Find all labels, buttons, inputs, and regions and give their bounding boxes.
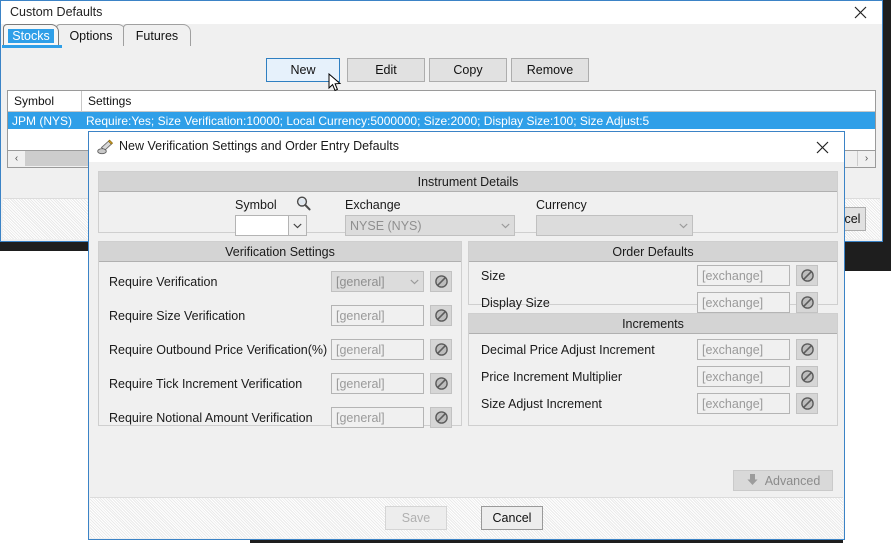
instrument-details-caption: Instrument Details [99,172,837,192]
no-entry-icon[interactable] [430,407,452,428]
currency-label: Currency [536,198,587,212]
increments-caption: Increments [469,314,837,334]
exchange-select[interactable]: NYSE (NYS) [345,215,515,236]
display-size-input[interactable]: [exchange] [697,292,790,313]
table-header-row: Symbol Settings [8,91,875,112]
require-tick-increment-verification-label: Require Tick Increment Verification [109,377,303,391]
no-entry-icon[interactable] [430,373,452,394]
cancel-button[interactable]: Cancel [481,506,543,530]
display-size-label: Display Size [481,296,550,310]
copy-button[interactable]: Copy [429,58,507,82]
no-entry-icon[interactable] [796,265,818,286]
close-icon[interactable] [838,1,882,24]
tab-strip: Stocks Options Futures [1,24,882,46]
require-notional-amount-verification-label: Require Notional Amount Verification [109,411,313,425]
currency-select[interactable] [536,215,693,236]
remove-button[interactable]: Remove [511,58,589,82]
no-entry-icon[interactable] [796,339,818,360]
search-icon[interactable] [295,195,312,215]
dialog-title-bar: New Verification Settings and Order Entr… [89,132,844,162]
decimal-price-adjust-increment-label: Decimal Price Adjust Increment [481,343,655,357]
cell-settings: Require:Yes; Size Verification:10000; Lo… [86,113,650,128]
verification-settings-group: Verification Settings Require Verificati… [98,241,462,428]
no-entry-icon[interactable] [430,339,452,360]
price-increment-multiplier-label: Price Increment Multiplier [481,370,623,384]
chevron-down-icon [497,223,514,229]
new-button-label: New [290,63,316,77]
advanced-button[interactable]: Advanced [733,470,833,491]
order-defaults-caption: Order Defaults [469,242,837,262]
screen: Custom Defaults Stocks Options Futures N… [0,0,891,543]
size-adjust-increment-input[interactable]: [exchange] [697,393,790,414]
require-verification-label: Require Verification [109,275,218,289]
no-entry-icon[interactable] [796,366,818,387]
increments-group: Increments Decimal Price Adjust Incremen… [468,313,838,426]
background-window-right [843,271,891,543]
table-row[interactable]: JPM (NYS) Require:Yes; Size Verification… [8,112,875,129]
cancel-button-label: Cancel [492,511,532,525]
instrument-details-group: Instrument Details Symbol Exchange NYSE … [98,171,838,236]
decimal-price-adjust-increment-input[interactable]: [exchange] [697,339,790,360]
cell-symbol: JPM (NYS) [12,113,72,128]
size-input[interactable]: [exchange] [697,265,790,286]
require-verification-select[interactable]: [general] [331,271,424,292]
custom-defaults-title-bar: Custom Defaults [1,1,882,24]
no-entry-icon[interactable] [796,393,818,414]
no-entry-icon[interactable] [430,271,452,292]
dialog-body: Instrument Details Symbol Exchange NYSE … [90,163,843,498]
copy-button-label: Copy [453,63,483,77]
column-header-settings[interactable]: Settings [82,91,875,111]
dialog-close-icon[interactable] [800,132,844,162]
edit-button-label: Edit [375,63,397,77]
order-defaults-group: Order Defaults Size [exchange] Display S… [468,241,838,313]
require-verification-value: [general] [336,274,385,289]
save-button[interactable]: Save [385,506,447,530]
require-tick-increment-verification-input[interactable]: [general] [331,373,424,394]
tab-stocks[interactable]: Stocks [3,24,59,46]
save-button-label: Save [401,511,431,525]
scroll-right-icon[interactable]: › [857,151,875,166]
exchange-label: Exchange [345,198,401,212]
size-adjust-increment-label: Size Adjust Increment [481,397,602,411]
column-header-symbol[interactable]: Symbol [8,91,82,111]
require-outbound-price-verification-label: Require Outbound Price Verification(%) [109,343,328,357]
dialog-title: New Verification Settings and Order Entr… [119,139,399,153]
require-outbound-price-verification-input[interactable]: [general] [331,339,424,360]
symbol-label: Symbol [235,198,277,212]
require-notional-amount-verification-input[interactable]: [general] [331,407,424,428]
size-label: Size [481,269,506,283]
tab-stocks-label: Stocks [8,28,54,43]
no-entry-icon[interactable] [796,292,818,313]
tab-futures-label: Futures [135,28,179,43]
price-increment-multiplier-input[interactable]: [exchange] [697,366,790,387]
edit-button[interactable]: Edit [347,58,425,82]
exchange-value: NYSE (NYS) [350,218,422,233]
dialog-footer: Save Cancel [90,497,843,538]
require-size-verification-label: Require Size Verification [109,309,246,323]
arrow-down-icon [746,473,759,489]
verification-settings-caption: Verification Settings [99,242,461,262]
scroll-left-icon[interactable]: ‹ [8,151,26,166]
toolbar: New Edit Copy Remove [2,58,883,82]
tab-options[interactable]: Options [56,24,126,46]
advanced-button-label: Advanced [764,473,821,488]
tab-futures[interactable]: Futures [123,24,191,46]
stamp-icon [97,139,114,156]
no-entry-icon[interactable] [430,305,452,326]
chevron-down-icon [675,223,692,229]
tab-options-label: Options [69,28,113,43]
new-verification-settings-dialog: New Verification Settings and Order Entr… [88,131,845,540]
chevron-down-icon[interactable] [288,216,306,235]
page-title: Custom Defaults [10,5,103,19]
require-size-verification-input[interactable]: [general] [331,305,424,326]
symbol-input[interactable] [235,215,307,236]
remove-button-label: Remove [526,63,574,77]
chevron-down-icon [406,279,423,285]
selected-tab-underline [2,45,62,48]
mouse-cursor [328,72,342,93]
